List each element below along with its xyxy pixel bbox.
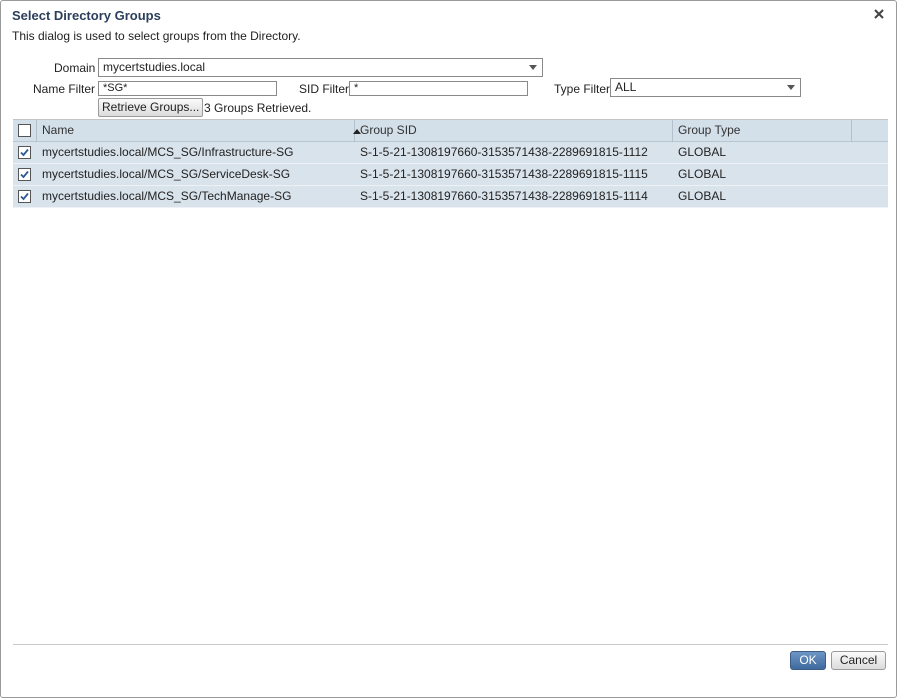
cancel-button[interactable]: Cancel — [831, 651, 886, 670]
checkmark-icon — [20, 170, 29, 179]
row-checkbox[interactable] — [18, 190, 31, 203]
name-filter-label: Name Filter — [33, 82, 96, 96]
row-checkbox[interactable] — [18, 168, 31, 181]
select-all-header — [13, 120, 37, 142]
table-row[interactable]: mycertstudies.local/MCS_SG/Infrastructur… — [13, 142, 888, 164]
row-type: GLOBAL — [678, 145, 727, 159]
domain-label: Domain — [54, 61, 96, 75]
row-name: mycertstudies.local/MCS_SG/ServiceDesk-S… — [42, 167, 291, 181]
checkmark-icon — [20, 192, 29, 201]
footer-divider — [13, 644, 888, 645]
checkmark-icon — [20, 148, 29, 157]
row-type: GLOBAL — [678, 167, 727, 181]
sid-filter-label: SID Filter — [299, 82, 350, 96]
chevron-down-icon — [529, 65, 537, 70]
type-filter-select[interactable]: ALL — [610, 78, 801, 97]
column-header-name[interactable]: Name — [37, 120, 361, 142]
retrieve-status: 3 Groups Retrieved. — [204, 101, 312, 115]
name-filter-input[interactable]: *SG* — [98, 81, 277, 96]
retrieve-groups-button[interactable]: Retrieve Groups... — [98, 98, 204, 117]
row-checkbox[interactable] — [18, 146, 31, 159]
sid-filter-input[interactable]: * — [349, 81, 528, 96]
dialog-description: This dialog is used to select groups fro… — [12, 29, 301, 43]
row-sid: S-1-5-21-1308197660-3153571438-228969181… — [360, 167, 648, 181]
column-header-group-type[interactable]: Group Type — [673, 120, 852, 142]
row-type: GLOBAL — [678, 189, 727, 203]
close-icon[interactable] — [872, 7, 886, 21]
table-row[interactable]: mycertstudies.local/MCS_SG/TechManage-SG… — [13, 186, 888, 208]
groups-table: Name Group SID Group Type mycertstudies.… — [13, 119, 888, 645]
domain-select[interactable]: mycertstudies.local — [98, 58, 543, 77]
row-sid: S-1-5-21-1308197660-3153571438-228969181… — [360, 145, 648, 159]
select-all-checkbox[interactable] — [18, 124, 31, 137]
row-name: mycertstudies.local/MCS_SG/TechManage-SG — [42, 189, 292, 203]
select-directory-groups-dialog: Select Directory Groups This dialog is u… — [0, 0, 897, 698]
row-name: mycertstudies.local/MCS_SG/Infrastructur… — [42, 145, 294, 159]
table-row[interactable]: mycertstudies.local/MCS_SG/ServiceDesk-S… — [13, 164, 888, 186]
table-header: Name Group SID Group Type — [13, 120, 888, 142]
domain-value: mycertstudies.local — [103, 60, 206, 74]
type-filter-value: ALL — [615, 80, 637, 94]
type-filter-label: Type Filter — [554, 82, 611, 96]
chevron-down-icon — [787, 85, 795, 90]
column-header-group-sid[interactable]: Group SID — [355, 120, 673, 142]
row-sid: S-1-5-21-1308197660-3153571438-228969181… — [360, 189, 648, 203]
ok-button[interactable]: OK — [790, 651, 826, 670]
dialog-title: Select Directory Groups — [12, 8, 161, 23]
